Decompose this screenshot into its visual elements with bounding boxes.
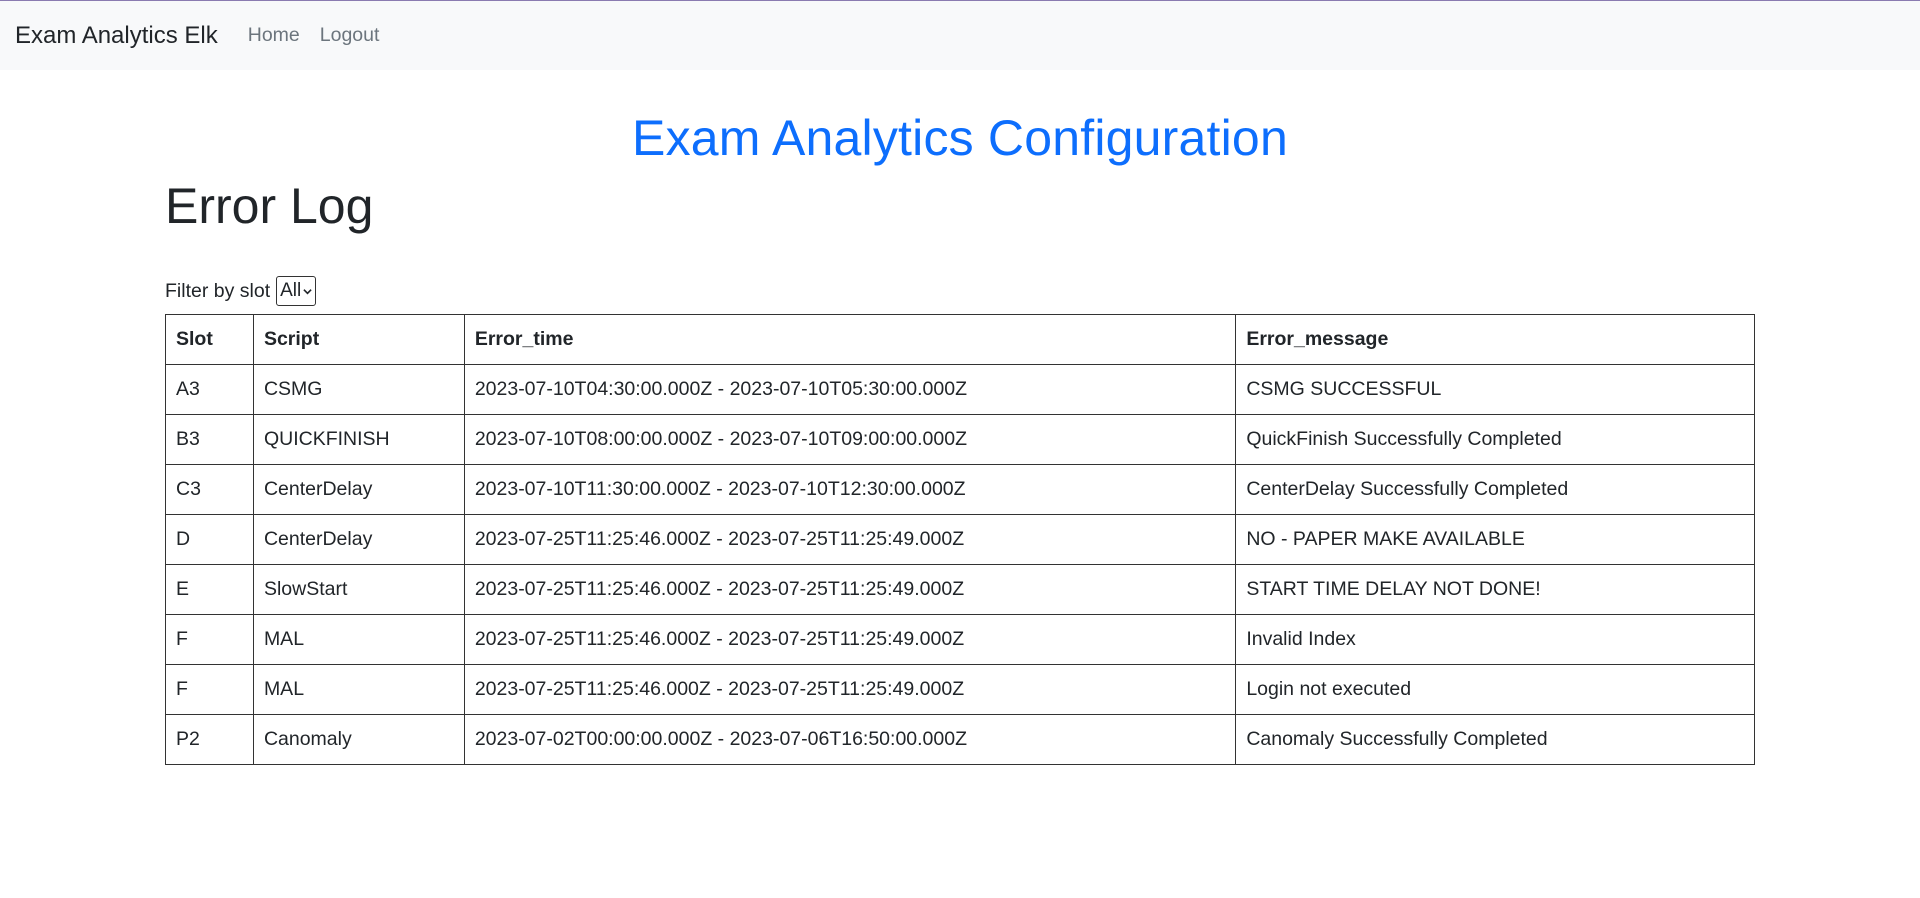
- cell-slot: C3: [165, 464, 254, 515]
- main-container: Error Log Filter by slot All Slot Script…: [165, 176, 1755, 765]
- cell-error-message: QuickFinish Successfully Completed: [1235, 414, 1755, 465]
- cell-slot: A3: [165, 364, 254, 415]
- cell-error-message: Canomaly Successfully Completed: [1235, 714, 1755, 765]
- cell-error-message: Login not executed: [1235, 664, 1755, 715]
- cell-slot: P2: [165, 714, 254, 765]
- column-header-error-message: Error_message: [1235, 314, 1755, 365]
- navbar: Exam Analytics Elk Home Logout: [0, 1, 1920, 70]
- cell-error-message: NO - PAPER MAKE AVAILABLE: [1235, 514, 1755, 565]
- cell-script: CSMG: [252, 364, 465, 415]
- cell-error-time: 2023-07-25T11:25:46.000Z - 2023-07-25T11…: [463, 514, 1237, 565]
- column-header-script: Script: [252, 314, 465, 365]
- table-row: B3 QUICKFINISH 2023-07-10T08:00:00.000Z …: [165, 414, 1755, 465]
- slot-filter-select[interactable]: All: [276, 276, 317, 306]
- column-header-slot: Slot: [165, 314, 254, 365]
- cell-error-time: 2023-07-25T11:25:46.000Z - 2023-07-25T11…: [463, 664, 1237, 715]
- brand-link[interactable]: Exam Analytics Elk: [15, 22, 218, 50]
- cell-error-message: Invalid Index: [1235, 614, 1755, 665]
- table-row: E SlowStart 2023-07-25T11:25:46.000Z - 2…: [165, 564, 1755, 615]
- nav-logout-link[interactable]: Logout: [320, 24, 380, 47]
- table-row: F MAL 2023-07-25T11:25:46.000Z - 2023-07…: [165, 614, 1755, 665]
- cell-error-time: 2023-07-02T00:00:00.000Z - 2023-07-06T16…: [463, 714, 1237, 765]
- cell-error-time: 2023-07-25T11:25:46.000Z - 2023-07-25T11…: [463, 564, 1237, 615]
- cell-script: MAL: [252, 614, 465, 665]
- nav-home-link[interactable]: Home: [248, 24, 300, 47]
- table-row: D CenterDelay 2023-07-25T11:25:46.000Z -…: [165, 514, 1755, 565]
- cell-script: CenterDelay: [252, 514, 465, 565]
- cell-script: SlowStart: [252, 564, 465, 615]
- chevron-down-icon: [303, 288, 312, 294]
- cell-error-time: 2023-07-25T11:25:46.000Z - 2023-07-25T11…: [463, 614, 1237, 665]
- table-row: A3 CSMG 2023-07-10T04:30:00.000Z - 2023-…: [165, 364, 1755, 415]
- cell-error-message: CenterDelay Successfully Completed: [1235, 464, 1755, 515]
- cell-slot: B3: [165, 414, 254, 465]
- cell-slot: F: [165, 664, 254, 715]
- cell-error-time: 2023-07-10T11:30:00.000Z - 2023-07-10T12…: [463, 464, 1237, 515]
- page-title: Error Log: [165, 178, 374, 234]
- table-row: F MAL 2023-07-25T11:25:46.000Z - 2023-07…: [165, 664, 1755, 715]
- cell-script: Canomaly: [252, 714, 465, 765]
- table-row: C3 CenterDelay 2023-07-10T11:30:00.000Z …: [165, 464, 1755, 515]
- cell-error-time: 2023-07-10T08:00:00.000Z - 2023-07-10T09…: [463, 414, 1237, 465]
- config-title: Exam Analytics Configuration: [632, 110, 1288, 166]
- cell-script: CenterDelay: [252, 464, 465, 515]
- filter-row: Filter by slot All: [165, 276, 1755, 306]
- cell-error-message: CSMG SUCCESSFUL: [1235, 364, 1755, 415]
- column-header-error-time: Error_time: [463, 314, 1237, 365]
- cell-slot: E: [165, 564, 254, 615]
- slot-filter-value: All: [280, 280, 302, 301]
- cell-error-time: 2023-07-10T04:30:00.000Z - 2023-07-10T05…: [463, 364, 1237, 415]
- cell-error-message: START TIME DELAY NOT DONE!: [1235, 564, 1755, 615]
- table-header-row: Slot Script Error_time Error_message: [165, 314, 1755, 365]
- cell-script: MAL: [252, 664, 465, 715]
- table-body: A3 CSMG 2023-07-10T04:30:00.000Z - 2023-…: [165, 364, 1755, 765]
- cell-slot: D: [165, 514, 254, 565]
- cell-script: QUICKFINISH: [252, 414, 465, 465]
- cell-slot: F: [165, 614, 254, 665]
- filter-label: Filter by slot: [165, 279, 271, 302]
- table-row: P2 Canomaly 2023-07-02T00:00:00.000Z - 2…: [165, 714, 1755, 765]
- error-log-table: Slot Script Error_time Error_message A3 …: [165, 314, 1755, 765]
